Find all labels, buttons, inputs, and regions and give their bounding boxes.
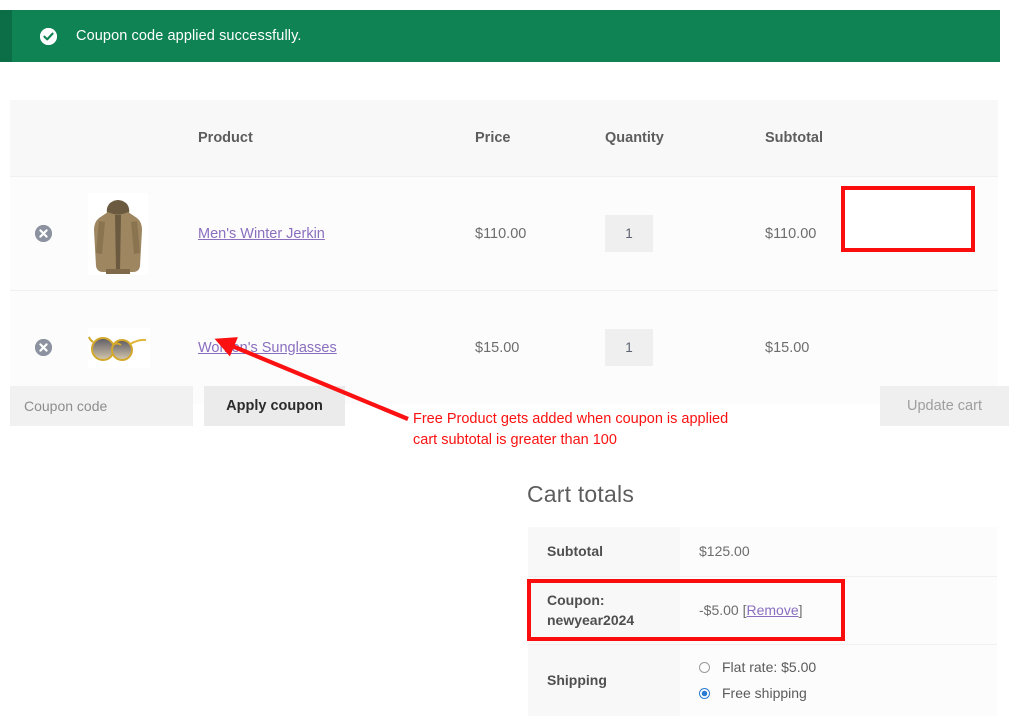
- apply-coupon-button[interactable]: Apply coupon: [204, 386, 345, 426]
- notice-message: Coupon code applied successfully.: [76, 28, 302, 44]
- product-price: $110.00: [475, 225, 527, 242]
- cart-totals-table: Subtotal $125.00 Coupon: newyear2024 -$5…: [528, 527, 997, 716]
- womens-sunglasses-thumbnail[interactable]: [88, 327, 150, 368]
- header-product: Product: [198, 130, 253, 146]
- subtotal-value: $125.00: [680, 527, 997, 576]
- coupon-discount-amount: -$5.00: [699, 602, 743, 618]
- update-cart-button[interactable]: Update cart: [880, 386, 1009, 426]
- radio-checked-icon[interactable]: [699, 687, 710, 699]
- header-thumbnail: [88, 100, 198, 177]
- coupon-code-input[interactable]: [10, 386, 193, 426]
- shipping-label: Shipping: [528, 643, 680, 716]
- shipping-option-label: Free shipping: [722, 685, 807, 702]
- cart-totals-title: Cart totals: [527, 481, 635, 507]
- totals-row-shipping: Shipping Flat rate: $5.00 Free shipping: [528, 643, 997, 716]
- product-name-cell: Men's Winter Jerkin: [198, 177, 475, 291]
- cart-table: Product Price Quantity Subtotal Men's Wi…: [10, 100, 998, 404]
- annotation-note: Free Product gets added when coupon is a…: [413, 411, 729, 449]
- coupon-success-notice: Coupon code applied successfully.: [0, 10, 1000, 62]
- header-subtotal: Subtotal: [765, 130, 823, 146]
- header-remove: [10, 100, 88, 177]
- shipping-options-cell: Flat rate: $5.00 Free shipping: [680, 643, 997, 716]
- check-circle-icon: [40, 27, 57, 45]
- thumbnail-cell[interactable]: [88, 177, 198, 291]
- subtotal-label: Subtotal: [528, 527, 680, 576]
- coupon-label: Coupon: newyear2024: [528, 575, 680, 644]
- product-link[interactable]: Women's Sunglasses: [198, 340, 337, 356]
- coupon-value-cell: -$5.00 [Remove]: [680, 575, 997, 644]
- bracket-close: ]: [798, 602, 803, 618]
- product-subtotal: $110.00: [765, 225, 817, 242]
- remove-item-icon[interactable]: [35, 339, 52, 356]
- shipping-option-flat-rate[interactable]: Flat rate: $5.00: [699, 654, 997, 680]
- header-price: Price: [475, 130, 511, 146]
- shipping-option-free-shipping[interactable]: Free shipping: [699, 680, 997, 706]
- shipping-option-label: Flat rate: $5.00: [722, 659, 817, 676]
- cart-table-header-row: Product Price Quantity Subtotal: [10, 100, 998, 177]
- product-link[interactable]: Men's Winter Jerkin: [198, 226, 325, 242]
- quantity-stepper[interactable]: 1: [605, 329, 653, 366]
- quantity-cell: 1: [605, 177, 765, 291]
- mens-winter-jerkin-thumbnail[interactable]: [88, 192, 148, 275]
- coupon-remove-link[interactable]: Remove: [746, 602, 798, 618]
- table-row: Men's Winter Jerkin $110.00 1 $110.00: [10, 176, 998, 291]
- quantity-stepper[interactable]: 1: [605, 215, 653, 252]
- remove-item-icon[interactable]: [35, 225, 52, 242]
- remove-cell: [10, 177, 88, 291]
- header-quantity: Quantity: [605, 130, 664, 146]
- totals-row-coupon: Coupon: newyear2024 -$5.00 [Remove]: [528, 575, 997, 644]
- radio-unchecked-icon[interactable]: [699, 661, 710, 673]
- totals-row-subtotal: Subtotal $125.00: [528, 527, 997, 576]
